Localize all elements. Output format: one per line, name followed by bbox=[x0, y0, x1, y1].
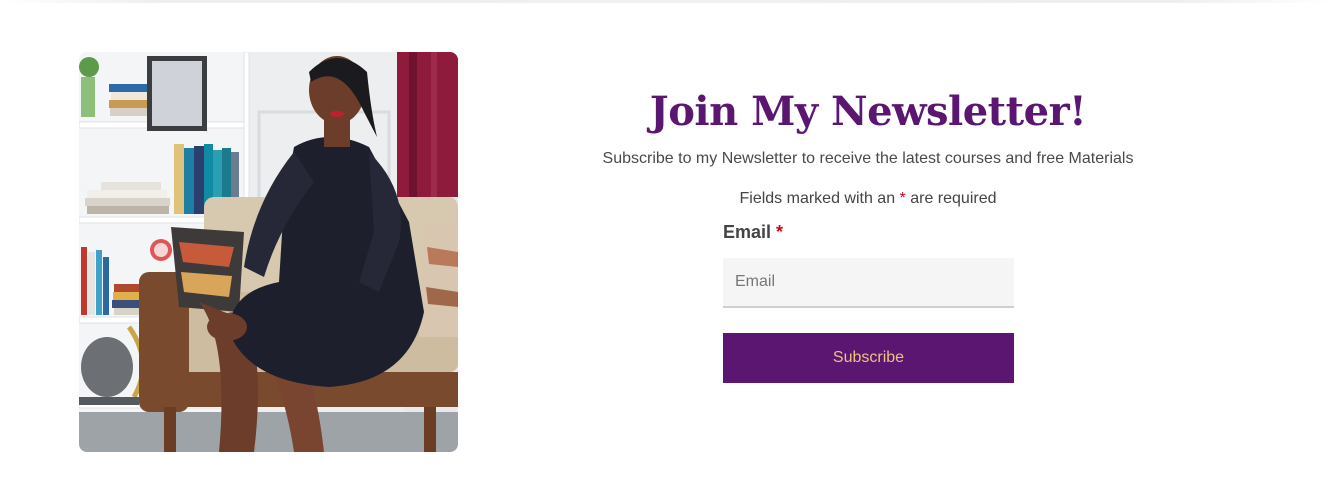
subscribe-button[interactable]: Subscribe bbox=[723, 333, 1014, 383]
newsletter-form: Email * Subscribe bbox=[723, 220, 1014, 383]
email-label: Email * bbox=[723, 222, 1014, 248]
email-required-asterisk: * bbox=[776, 222, 784, 242]
top-divider bbox=[0, 0, 1331, 3]
required-note-prefix: Fields marked with an bbox=[739, 190, 900, 207]
newsletter-subtitle: Subscribe to my Newsletter to receive th… bbox=[602, 150, 1134, 167]
profile-photo bbox=[79, 52, 458, 452]
email-label-text: Email bbox=[723, 222, 772, 242]
newsletter-title: Join My Newsletter! bbox=[649, 88, 1087, 135]
newsletter-section: Join My Newsletter! Subscribe to my News… bbox=[540, 80, 1196, 208]
required-fields-note: Fields marked with an * are required bbox=[540, 190, 1196, 208]
required-note-suffix: are required bbox=[905, 190, 997, 207]
email-input[interactable] bbox=[723, 258, 1014, 308]
